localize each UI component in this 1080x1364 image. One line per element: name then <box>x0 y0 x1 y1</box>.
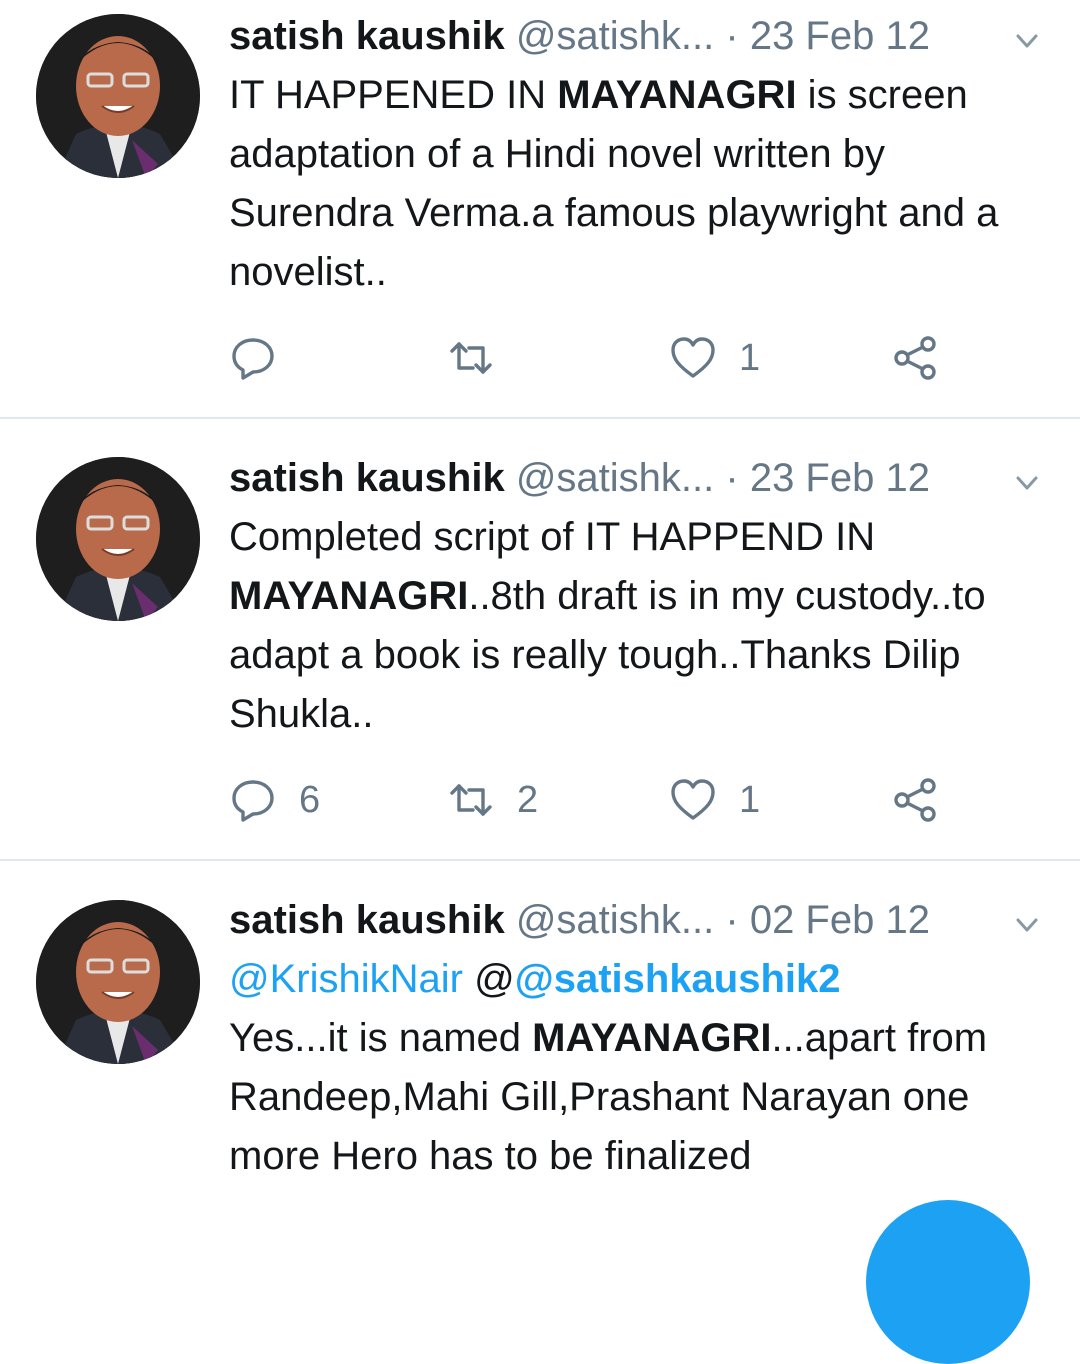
reply-icon <box>232 780 274 822</box>
tweet-date[interactable]: 23 Feb 12 <box>750 14 930 58</box>
avatar[interactable] <box>36 14 200 178</box>
like-button[interactable]: 1 <box>669 770 760 830</box>
tweet-date[interactable]: 23 Feb 12 <box>750 456 930 500</box>
text-bold: MAYANAGRI <box>229 574 469 618</box>
mention-link[interactable]: @KrishikNair <box>229 957 463 1001</box>
text-bold: MAYANAGRI <box>532 1016 772 1060</box>
tweet-header: satish kaushik @satishk... · 02 Feb 12 <box>229 890 1040 950</box>
retweet-button[interactable] <box>447 328 517 388</box>
mention-at: @ <box>474 957 515 1001</box>
tweet-text: IT HAPPENED IN MAYANAGRI is screen adapt… <box>229 66 1049 302</box>
share-button[interactable] <box>891 328 939 388</box>
like-count: 1 <box>739 336 761 379</box>
text-bold: MAYANAGRI <box>557 73 797 117</box>
display-name[interactable]: satish kaushik <box>229 898 505 942</box>
avatar[interactable] <box>36 457 200 621</box>
reply-button[interactable]: 6 <box>229 770 320 830</box>
heart-icon <box>671 779 715 820</box>
share-icon <box>894 336 936 380</box>
reply-icon <box>232 338 274 380</box>
text-segment: IT HAPPENED IN <box>229 73 558 117</box>
text-segment: Completed script of IT HAPPEND IN <box>229 515 876 559</box>
retweet-count: 2 <box>517 778 539 821</box>
mention-link[interactable]: @satishkaushik2 <box>515 957 841 1001</box>
separator-dot: · <box>725 14 739 58</box>
tweet-text: @KrishikNair @@satishkaushik2 Yes...it i… <box>229 950 1049 1186</box>
tweet-text: Completed script of IT HAPPEND IN MAYANA… <box>229 508 1049 744</box>
action-bar: 1 <box>229 328 1009 388</box>
like-button[interactable]: 1 <box>669 328 760 388</box>
tweet-header: satish kaushik @satishk... · 23 Feb 12 <box>229 6 1040 66</box>
retweet-icon <box>450 784 492 816</box>
share-button[interactable] <box>891 770 939 830</box>
tweet-header: satish kaushik @satishk... · 23 Feb 12 <box>229 448 1040 508</box>
user-handle[interactable]: @satishk... <box>516 456 714 500</box>
tweet[interactable]: satish kaushik @satishk... · 23 Feb 12 C… <box>0 419 1080 859</box>
display-name[interactable]: satish kaushik <box>229 14 505 58</box>
share-icon <box>894 778 936 822</box>
compose-tweet-button[interactable] <box>866 1200 1030 1364</box>
chevron-down-icon[interactable] <box>1012 468 1042 498</box>
user-handle[interactable]: @satishk... <box>516 14 714 58</box>
action-bar: 6 2 1 <box>229 770 1009 830</box>
tweet-date[interactable]: 02 Feb 12 <box>750 898 930 942</box>
tweet[interactable]: satish kaushik @satishk... · 23 Feb 12 I… <box>0 0 1080 418</box>
reply-button[interactable] <box>229 328 299 388</box>
separator-dot: · <box>725 456 739 500</box>
display-name[interactable]: satish kaushik <box>229 456 505 500</box>
reply-count: 6 <box>299 778 321 821</box>
retweet-button[interactable]: 2 <box>447 770 538 830</box>
chevron-down-icon[interactable] <box>1012 910 1042 940</box>
avatar[interactable] <box>36 900 200 1064</box>
user-handle[interactable]: @satishk... <box>516 898 714 942</box>
like-count: 1 <box>739 778 761 821</box>
retweet-icon <box>450 342 492 374</box>
text-segment: Yes...it is named <box>229 1016 533 1060</box>
chevron-down-icon[interactable] <box>1012 26 1042 56</box>
separator-dot: · <box>725 898 739 942</box>
heart-icon <box>671 337 715 378</box>
